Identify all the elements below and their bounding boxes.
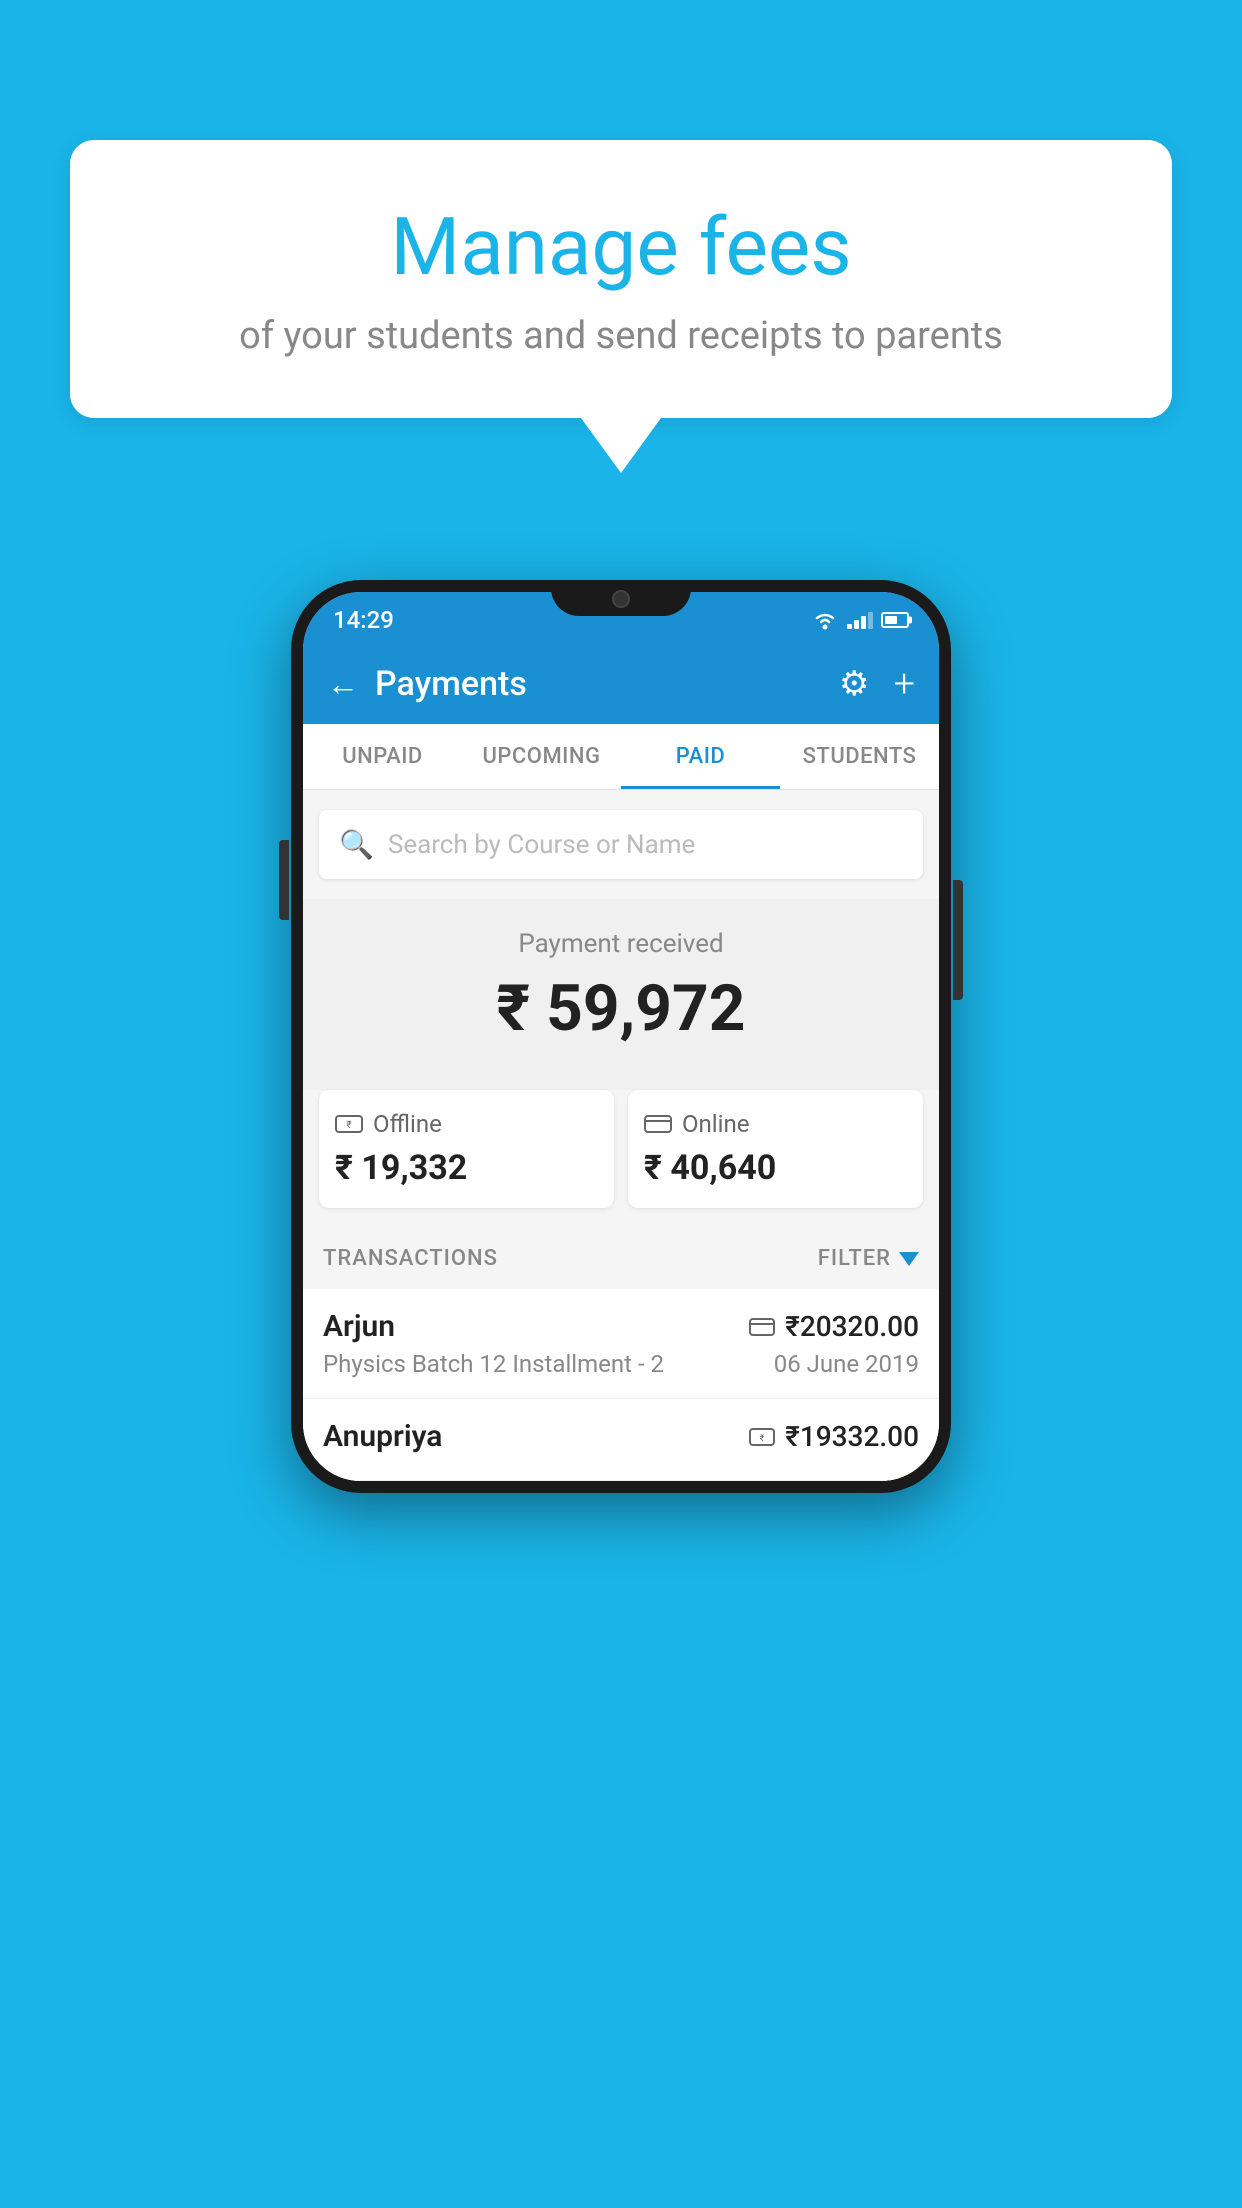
payment-received-label: Payment received — [323, 929, 919, 959]
search-icon: 🔍 — [339, 828, 374, 861]
offline-amount: ₹ 19,332 — [335, 1148, 598, 1188]
offline-payment-icon: ₹ — [335, 1112, 363, 1136]
online-label-row: Online — [644, 1110, 907, 1138]
add-button[interactable]: + — [894, 662, 915, 706]
search-input[interactable]: Search by Course or Name — [388, 830, 695, 860]
cash-payment-icon: ₹ — [749, 1427, 775, 1447]
app-header: ← Payments ⚙ + — [303, 644, 939, 724]
transaction-name: Arjun — [323, 1309, 395, 1344]
transaction-amount-row: ₹ ₹19332.00 — [749, 1420, 919, 1453]
search-bar[interactable]: 🔍 Search by Course or Name — [319, 810, 923, 879]
back-button[interactable]: ← — [327, 668, 359, 700]
transactions-label: TRANSACTIONS — [323, 1246, 498, 1271]
front-camera — [612, 590, 630, 608]
tab-students[interactable]: STUDENTS — [780, 724, 939, 789]
transaction-top: Anupriya ₹ ₹19332.00 — [323, 1419, 919, 1454]
speech-bubble-subtitle: of your students and send receipts to pa… — [150, 314, 1092, 358]
transaction-row[interactable]: Anupriya ₹ ₹19332.00 — [303, 1399, 939, 1481]
payment-cards: ₹ Offline ₹ 19,332 — [319, 1090, 923, 1208]
phone-outer: 14:29 — [291, 580, 951, 1493]
offline-label-row: ₹ Offline — [335, 1110, 598, 1138]
transaction-course: Physics Batch 12 Installment - 2 — [323, 1350, 664, 1378]
svg-text:₹: ₹ — [346, 1120, 351, 1131]
speech-bubble-title: Manage fees — [150, 200, 1092, 294]
tab-upcoming[interactable]: UPCOMING — [462, 724, 621, 789]
transaction-top: Arjun ₹20320.00 — [323, 1309, 919, 1344]
header-right: ⚙ + — [839, 662, 915, 706]
offline-label: Offline — [373, 1110, 442, 1138]
transaction-name: Anupriya — [323, 1419, 442, 1454]
tab-paid[interactable]: PAID — [621, 724, 780, 789]
content-area: 🔍 Search by Course or Name Payment recei… — [303, 810, 939, 1481]
header-left: ← Payments — [327, 664, 527, 704]
phone-screen: 14:29 — [303, 592, 939, 1481]
speech-bubble: Manage fees of your students and send re… — [70, 140, 1172, 418]
payment-section: Payment received ₹ 59,972 — [303, 899, 939, 1090]
signal-icon — [847, 611, 873, 629]
svg-text:₹: ₹ — [760, 1434, 765, 1444]
battery-icon — [881, 612, 909, 628]
speech-bubble-container: Manage fees of your students and send re… — [70, 140, 1172, 473]
payment-total-amount: ₹ 59,972 — [323, 971, 919, 1046]
transaction-amount: ₹19332.00 — [785, 1420, 919, 1453]
status-time: 14:29 — [333, 606, 394, 634]
filter-button[interactable]: FILTER — [818, 1246, 919, 1271]
settings-icon[interactable]: ⚙ — [839, 664, 869, 704]
wifi-icon — [811, 610, 839, 630]
transaction-row[interactable]: Arjun ₹20320.00 Physics Batch 12 Install… — [303, 1289, 939, 1399]
transaction-bottom: Physics Batch 12 Installment - 2 06 June… — [323, 1350, 919, 1378]
online-amount: ₹ 40,640 — [644, 1148, 907, 1188]
online-label: Online — [682, 1110, 749, 1138]
online-card: Online ₹ 40,640 — [628, 1090, 923, 1208]
transaction-date: 06 June 2019 — [774, 1350, 919, 1378]
online-payment-icon — [644, 1113, 672, 1135]
transaction-amount-row: ₹20320.00 — [749, 1310, 919, 1343]
filter-label: FILTER — [818, 1246, 891, 1271]
offline-card: ₹ Offline ₹ 19,332 — [319, 1090, 614, 1208]
transactions-header: TRANSACTIONS FILTER — [303, 1228, 939, 1289]
phone-device: 14:29 — [291, 580, 951, 1493]
phone-notch — [551, 580, 691, 616]
transaction-amount: ₹20320.00 — [785, 1310, 919, 1343]
header-title: Payments — [375, 664, 527, 704]
filter-icon — [899, 1252, 919, 1266]
card-payment-icon — [749, 1317, 775, 1337]
tab-unpaid[interactable]: UNPAID — [303, 724, 462, 789]
speech-bubble-arrow — [581, 418, 661, 473]
tabs-container: UNPAID UPCOMING PAID STUDENTS — [303, 724, 939, 790]
status-icons — [811, 610, 909, 630]
